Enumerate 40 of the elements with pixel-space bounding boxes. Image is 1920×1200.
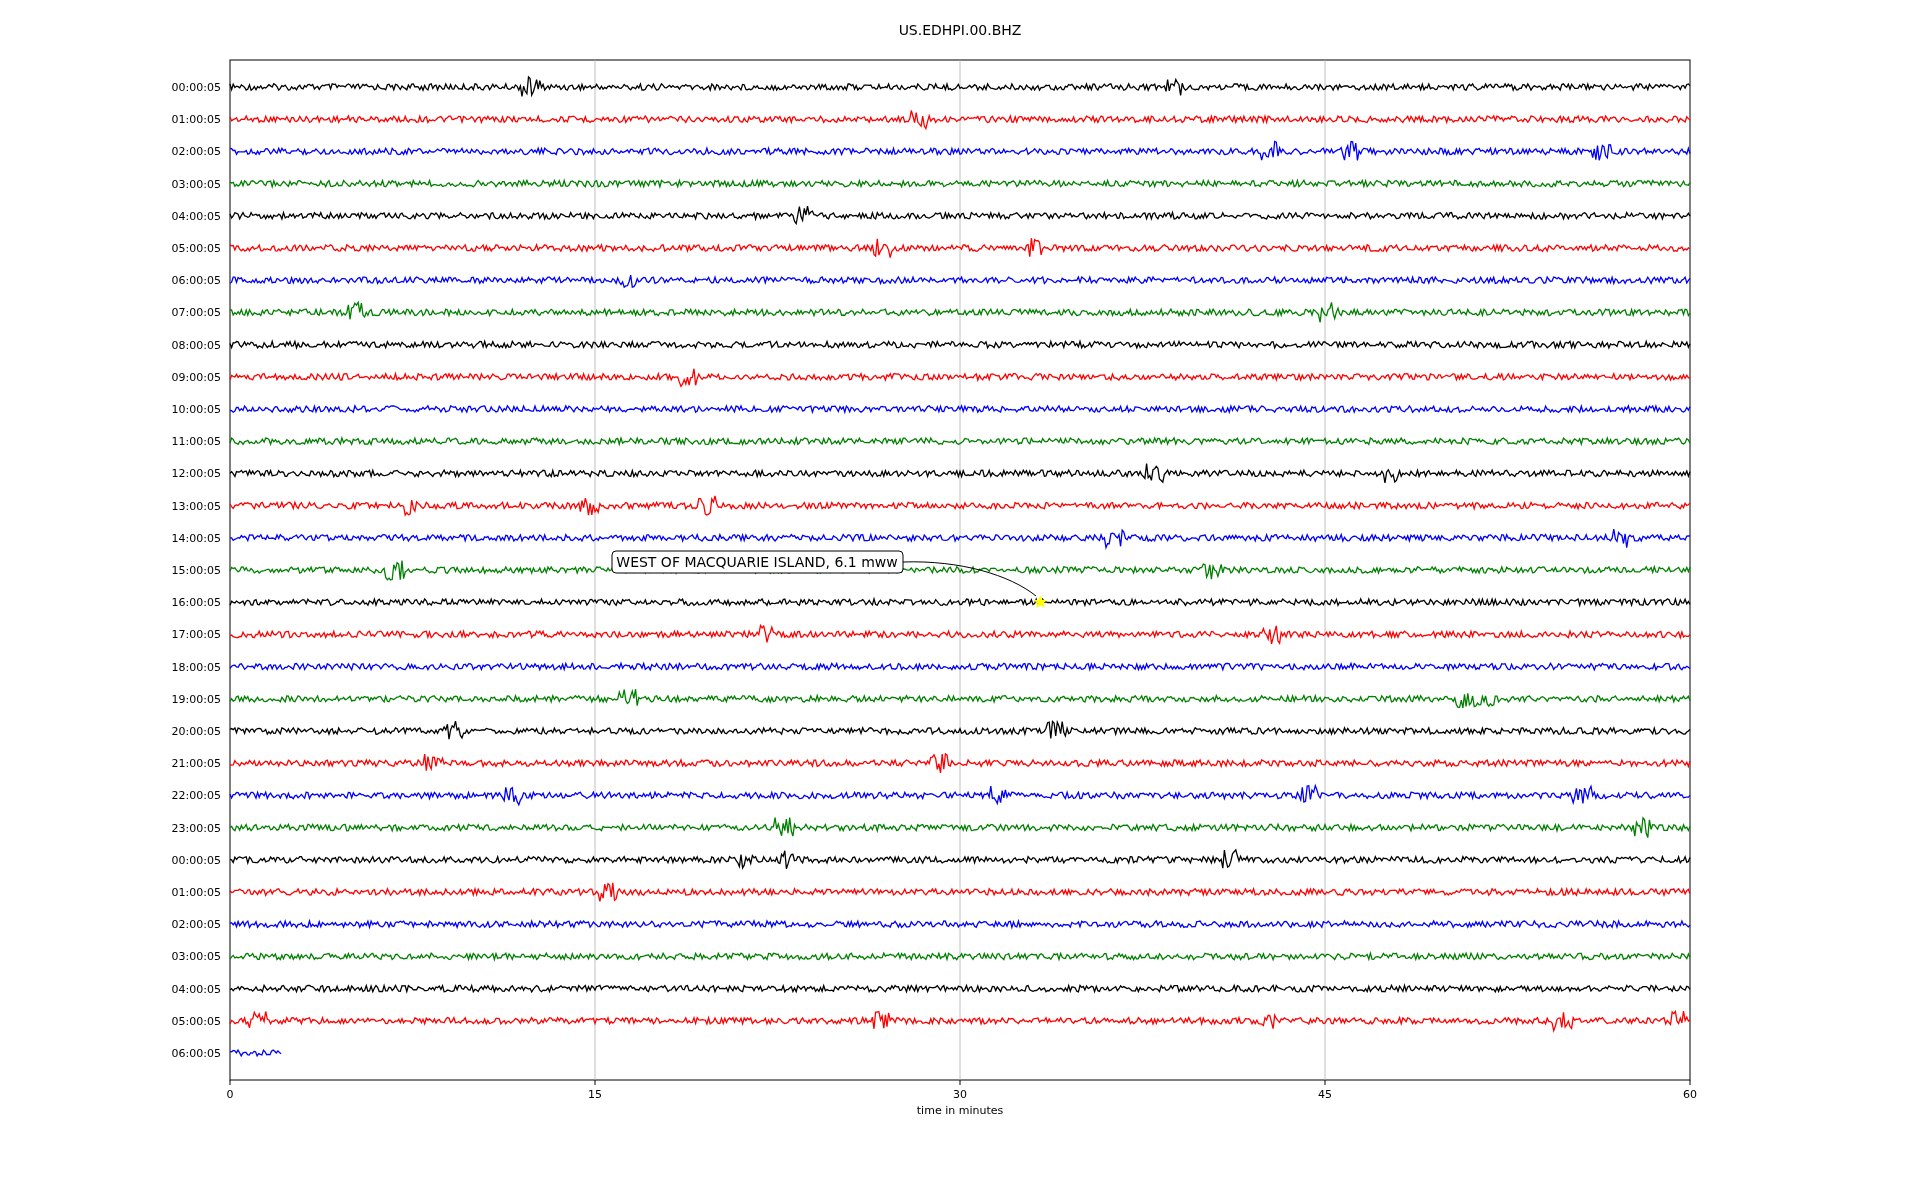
axis-label: time in minutes <box>916 1104 1004 1117</box>
time-label: 20:00:05 <box>171 725 221 738</box>
time-label: 12:00:05 <box>171 467 221 481</box>
time-label: 00:00:05 <box>171 81 221 94</box>
time-label: 22:00:05 <box>171 789 221 803</box>
time-label: 10:00:05 <box>171 403 221 416</box>
time-label: 00:00:05 <box>171 853 221 867</box>
time-label: 21:00:05 <box>171 757 221 771</box>
time-label: 07:00:05 <box>171 306 221 320</box>
axis-tick-label: 60 <box>1683 1088 1697 1101</box>
time-label: 14:00:05 <box>171 531 221 545</box>
time-label: 23:00:05 <box>171 821 221 835</box>
axis-tick-label: 0 <box>226 1088 234 1101</box>
time-label: 08:00:05 <box>171 338 221 352</box>
time-label: 05:00:05 <box>171 242 221 255</box>
time-label: 05:00:05 <box>171 1014 221 1028</box>
axis-tick-label: 15 <box>588 1088 602 1101</box>
time-label: 11:00:05 <box>171 435 221 449</box>
time-label: 02:00:05 <box>171 145 221 159</box>
time-label: 04:00:05 <box>171 209 221 223</box>
event-annotation: WEST OF MACQUARIE ISLAND, 6.1 mww <box>611 550 904 574</box>
plot-title: US.EDHPI.00.BHZ <box>898 22 1022 38</box>
time-label: 01:00:05 <box>171 113 221 127</box>
time-label: 06:00:05 <box>171 274 221 288</box>
axis-tick-label: 45 <box>1318 1088 1332 1101</box>
time-label: 06:00:05 <box>171 1047 221 1060</box>
time-label: 09:00:05 <box>171 370 221 384</box>
time-label: 19:00:05 <box>171 692 221 706</box>
time-label: 02:00:05 <box>171 918 221 932</box>
time-label: 03:00:05 <box>171 950 221 964</box>
time-label: 03:00:05 <box>171 177 221 191</box>
time-label: 01:00:05 <box>171 886 221 899</box>
time-label: 13:00:05 <box>171 499 221 513</box>
time-label: 16:00:05 <box>171 596 221 610</box>
time-label: 17:00:05 <box>171 628 221 642</box>
axis-tick-label: 30 <box>953 1088 967 1101</box>
star-icon <box>1033 595 1047 608</box>
time-label: 15:00:05 <box>171 564 221 577</box>
time-label: 18:00:05 <box>171 660 221 674</box>
time-label: 04:00:05 <box>171 982 221 996</box>
